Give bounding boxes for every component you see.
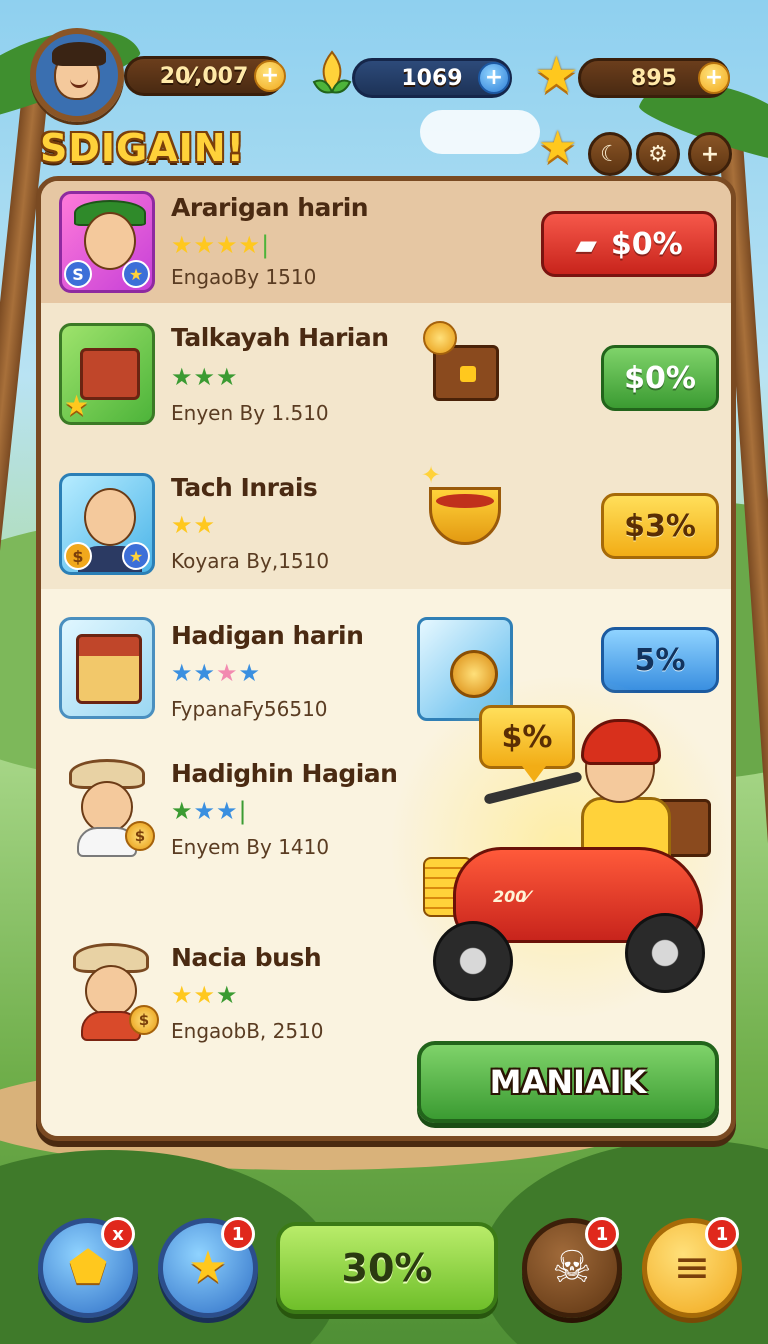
- chest-icon: ▰: [575, 227, 597, 261]
- offer-price-button[interactable]: 5%: [601, 627, 719, 693]
- star-badge-icon: ★: [122, 542, 150, 570]
- offer-name: Ararigan harin: [171, 193, 369, 222]
- golden-pot-icon: ✦: [419, 461, 509, 551]
- offer-thumbnail: S ★: [59, 191, 155, 293]
- s-badge-icon: S: [64, 260, 92, 288]
- scooter-label: 200⁄: [493, 887, 530, 906]
- offer-subtitle: EngaoBy 1510: [171, 265, 317, 289]
- rating-stars: ★★★★: [171, 659, 262, 687]
- star-button[interactable]: ★ 1: [158, 1217, 258, 1318]
- offer-thumbnail: $ ★: [59, 473, 155, 575]
- offer-thumbnail: ★: [59, 323, 155, 425]
- add-icon[interactable]: +: [688, 132, 732, 176]
- add-stars-button[interactable]: +: [698, 62, 730, 94]
- notification-badge: 1: [221, 1217, 255, 1251]
- offer-name: Nacia bush: [171, 943, 322, 972]
- offer-price-button[interactable]: $3%: [601, 493, 719, 559]
- bonus-button[interactable]: 30%: [276, 1222, 498, 1314]
- add-gems-button[interactable]: +: [478, 62, 510, 94]
- pet-button[interactable]: ☠ 1: [522, 1217, 622, 1318]
- offer-row[interactable]: ★ Talkayah Harian ★★★ Enyen By 1.510 $0%: [41, 303, 731, 453]
- skull-icon: ☠: [552, 1242, 592, 1293]
- offer-subtitle: Enyem By 1410: [171, 835, 330, 859]
- notification-badge: 1: [585, 1217, 619, 1251]
- speech-bubble: $%: [479, 705, 575, 782]
- achievement-star-icon[interactable]: ★: [538, 126, 577, 170]
- rating-stars: ★★★: [171, 981, 239, 1009]
- star-badge-icon: ★: [122, 260, 150, 288]
- offer-name: Hadighin Hagian: [171, 759, 398, 788]
- offer-subtitle: Koyara By,1510: [171, 549, 330, 573]
- offer-subtitle: EngaobB, 2510: [171, 1019, 324, 1043]
- character-avatar: $: [59, 757, 155, 857]
- player-avatar[interactable]: [30, 28, 124, 122]
- coin-badge-icon: $: [125, 821, 155, 851]
- offer-row[interactable]: $ ★ Tach Inrais ★★ Koyara By,1510 ✦ $3%: [41, 453, 731, 589]
- star-count: 895: [631, 65, 677, 91]
- offer-name: Talkayah Harian: [171, 323, 389, 352]
- offer-price: $0%: [624, 360, 696, 396]
- moon-icon[interactable]: ☾: [588, 132, 632, 176]
- rating-stars: ★★: [171, 511, 217, 539]
- coin-badge-icon: $: [129, 1005, 159, 1035]
- treasure-chest-icon: [419, 321, 509, 411]
- offer-subtitle: Enyen By 1.510: [171, 401, 329, 425]
- leaf-gem-icon: [312, 50, 352, 94]
- offer-price: $3%: [624, 508, 696, 544]
- star-badge-icon: ★: [64, 389, 90, 422]
- add-coins-button[interactable]: +: [254, 60, 286, 92]
- offer-price-button[interactable]: $0%: [601, 345, 719, 411]
- offer-row[interactable]: S ★ Ararigan harin ★★★★| EngaoBy 1510 ▰ …: [41, 181, 731, 303]
- offer-name: Tach Inrais: [171, 473, 318, 502]
- offer-price: 5%: [634, 642, 686, 678]
- star-icon: ★: [534, 46, 579, 104]
- notification-badge: 1: [705, 1217, 739, 1251]
- settings-gear-icon[interactable]: ⚙: [636, 132, 680, 176]
- shield-icon: ⬟: [68, 1242, 108, 1293]
- menu-icon: ≡: [673, 1242, 711, 1293]
- offer-price-button[interactable]: ▰ $0%: [541, 211, 717, 277]
- offer-thumbnail: [59, 617, 155, 719]
- offer-price: $0%: [610, 226, 683, 262]
- menu-button[interactable]: ≡ 1: [642, 1217, 742, 1318]
- star-icon: ★: [188, 1242, 228, 1293]
- coin-count: 20⁄,007: [159, 63, 249, 89]
- offer-name: Hadigan harin: [171, 621, 364, 650]
- shield-button[interactable]: ⬟ x: [38, 1217, 138, 1318]
- top-hud: 20⁄,007 + 1069 + ★ 895 + SDIGAIN! ★ ☾ ⚙ …: [0, 14, 768, 184]
- coin-badge-icon: $: [64, 542, 92, 570]
- rating-stars: ★★★★|: [171, 231, 271, 259]
- rating-stars: ★★★|: [171, 797, 248, 825]
- main-action-button[interactable]: MANIAIK: [417, 1041, 719, 1123]
- character-avatar: $: [63, 941, 159, 1041]
- rating-stars: ★★★: [171, 363, 239, 391]
- game-title: SDIGAIN!: [40, 126, 245, 170]
- offers-panel: S ★ Ararigan harin ★★★★| EngaoBy 1510 ▰ …: [36, 176, 736, 1141]
- gem-count: 1069: [401, 65, 463, 91]
- notification-badge: x: [101, 1217, 135, 1251]
- offer-subtitle: FypanaFy56510: [171, 697, 328, 721]
